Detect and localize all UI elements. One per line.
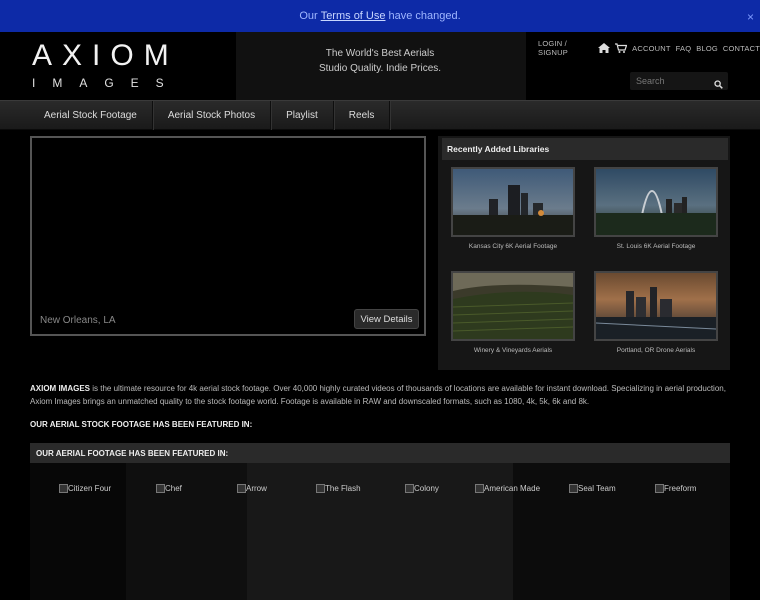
library-card[interactable]: Winery & Vineyards Aerials [451,271,575,354]
featured-video-player[interactable]: New Orleans, LA View Details [30,136,426,336]
notice-prefix: Our [299,10,318,22]
library-caption: Kansas City 6K Aerial Footage [468,243,558,250]
nav-aerial-stock-photos[interactable]: Aerial Stock Photos [153,101,272,130]
faq-link[interactable]: FAQ [676,44,692,53]
library-caption: St. Louis 6K Aerial Footage [616,243,696,250]
featured-logo: Freeform [655,484,696,493]
site-description: AXIOM IMAGES is the ultimate resource fo… [30,382,730,408]
nav-playlist[interactable]: Playlist [271,101,334,130]
broken-image-icon [59,484,68,493]
featured-logo: Seal Team [569,484,616,493]
featured-in-heading: OUR AERIAL STOCK FOOTAGE HAS BEEN FEATUR… [30,420,253,429]
logo-wordmark: AXIOM [32,39,179,72]
library-caption: Winery & Vineyards Aerials [473,347,553,354]
featured-logo: Citizen Four [59,484,111,493]
recent-libraries-panel: Recently Added Libraries Kansas City 6K … [438,136,730,370]
library-thumbnail [594,271,718,341]
description-brand: AXIOM IMAGES [30,384,91,393]
blog-link[interactable]: BLOG [696,44,718,53]
main-nav: Aerial Stock Footage Aerial Stock Photos… [0,100,760,130]
broken-image-icon [156,484,165,493]
logo-subword: IMAGES [32,76,181,90]
broken-image-icon [405,484,414,493]
featured-logo: The Flash [316,484,361,493]
search-box [630,72,728,90]
home-icon[interactable] [598,43,611,53]
featured-logo: American Made [475,484,540,493]
contact-link[interactable]: CONTACT [723,44,760,53]
library-card[interactable]: St. Louis 6K Aerial Footage [594,167,718,250]
view-details-button[interactable]: View Details [354,309,419,329]
notice-suffix: have changed. [388,10,461,22]
broken-image-icon [655,484,664,493]
library-thumbnail [451,167,575,237]
description-body: is the ultimate resource for 4k aerial s… [30,384,726,406]
terms-notice-bar: Our Terms of Use have changed. × [0,0,760,32]
broken-image-icon [569,484,578,493]
video-location: New Orleans, LA [40,315,116,326]
featured-in-section: OUR AERIAL FOOTAGE HAS BEEN FEATURED IN: [30,443,730,600]
search-input[interactable] [636,76,712,86]
featured-logo: Chef [156,484,182,493]
axiom-logo[interactable]: AXIOM IMAGES [32,41,192,93]
recent-libraries-title: Recently Added Libraries [442,138,728,160]
broken-image-icon [316,484,325,493]
featured-logo: Colony [405,484,439,493]
search-icon[interactable] [714,76,723,94]
featured-logo: Arrow [237,484,267,493]
terms-of-use-link[interactable]: Terms of Use [321,10,386,22]
featured-logos: Citizen Four Chef Arrow The Flash Colony… [0,484,760,498]
nav-reels[interactable]: Reels [334,101,391,130]
library-thumbnail [594,167,718,237]
cart-icon[interactable] [615,43,628,53]
tagline-line-1: The World's Best Aerials [325,48,435,59]
tagline-line-2: Studio Quality. Indie Prices. [318,63,442,74]
library-caption: Portland, OR Drone Aerials [616,347,696,354]
library-thumbnail [451,271,575,341]
library-card[interactable]: Kansas City 6K Aerial Footage [451,167,575,250]
account-link[interactable]: ACCOUNT [632,44,670,53]
site-header: AXIOM IMAGES The World's Best Aerials St… [0,32,760,100]
broken-image-icon [237,484,246,493]
library-card[interactable]: Portland, OR Drone Aerials [594,271,718,354]
nav-aerial-stock-footage[interactable]: Aerial Stock Footage [0,101,153,130]
top-nav: LOGIN / SIGNUP ACCOUNT FAQ BLOG CONTACT [538,39,760,57]
featured-section-title: OUR AERIAL FOOTAGE HAS BEEN FEATURED IN: [30,443,730,463]
close-icon[interactable]: × [747,10,754,24]
login-signup-link[interactable]: LOGIN / SIGNUP [538,39,593,57]
tagline: The World's Best Aerials Studio Quality.… [290,46,470,76]
broken-image-icon [475,484,484,493]
